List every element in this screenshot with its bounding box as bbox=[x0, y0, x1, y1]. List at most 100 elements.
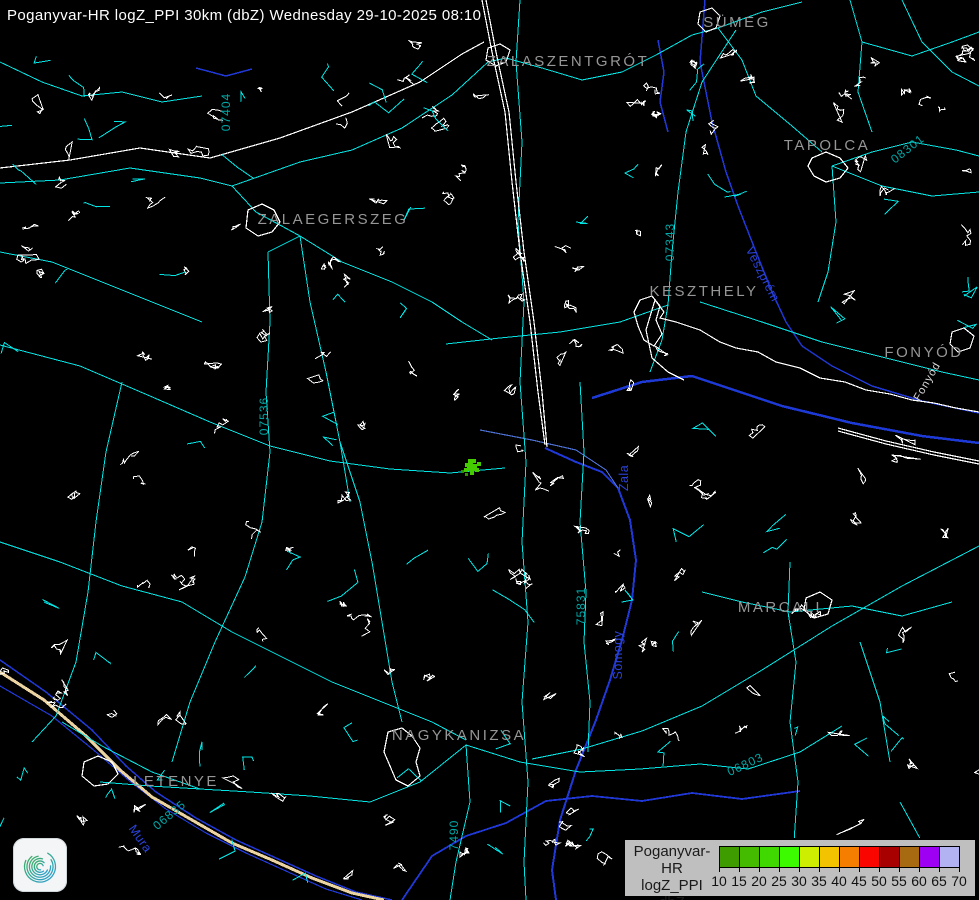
map-line bbox=[480, 430, 618, 488]
legend-tick-mark bbox=[819, 868, 820, 872]
map-line bbox=[938, 107, 945, 112]
radar-echo-cell bbox=[475, 468, 479, 472]
map-line bbox=[443, 192, 454, 205]
map-line bbox=[655, 165, 661, 176]
map-line bbox=[134, 804, 146, 812]
map-line bbox=[51, 640, 67, 654]
map-line bbox=[210, 803, 225, 812]
map-line bbox=[53, 691, 61, 700]
legend-color-cell bbox=[799, 846, 820, 868]
map-line bbox=[767, 514, 786, 531]
map-line bbox=[257, 329, 270, 342]
map-line bbox=[616, 584, 625, 593]
map-line bbox=[160, 272, 186, 276]
map-line bbox=[808, 152, 848, 182]
map-line bbox=[17, 768, 28, 780]
map-line bbox=[763, 539, 787, 552]
map-line bbox=[533, 472, 549, 491]
legend-color-cell bbox=[879, 846, 900, 868]
legend-product-name: Poganyvar-HR bbox=[625, 843, 719, 877]
map-line bbox=[0, 42, 484, 168]
map-line bbox=[324, 437, 337, 446]
legend-color-cell bbox=[739, 846, 760, 868]
map-line bbox=[949, 672, 958, 681]
map-line bbox=[257, 627, 267, 641]
map-line bbox=[32, 382, 122, 742]
map-line bbox=[975, 769, 979, 780]
map-line bbox=[651, 641, 656, 646]
map-line bbox=[473, 94, 489, 99]
map-line bbox=[749, 425, 765, 438]
map-line bbox=[957, 320, 976, 328]
road-number-label: 06803 bbox=[725, 750, 766, 779]
map-line bbox=[658, 741, 671, 766]
map-line bbox=[735, 726, 747, 733]
map-line bbox=[831, 307, 845, 323]
map-line bbox=[484, 508, 505, 519]
map-line bbox=[454, 389, 460, 400]
radar-echo-cell bbox=[469, 463, 473, 467]
map-line bbox=[318, 704, 328, 715]
map-line bbox=[740, 75, 754, 84]
map-line bbox=[456, 165, 466, 181]
map-line bbox=[241, 92, 245, 102]
road-number-label: 07404 bbox=[219, 93, 233, 131]
map-line bbox=[369, 199, 387, 204]
map-line bbox=[663, 729, 680, 741]
legend-tick-mark bbox=[859, 868, 860, 872]
map-line bbox=[300, 236, 492, 340]
legend-tick-mark bbox=[739, 868, 740, 872]
map-line bbox=[884, 199, 898, 214]
radar-echo-cell bbox=[472, 459, 476, 463]
city-label: LETENYE bbox=[133, 773, 219, 790]
legend-tick-mark bbox=[799, 868, 800, 872]
legend-tick-mark bbox=[719, 868, 720, 872]
map-line bbox=[548, 778, 559, 787]
map-line bbox=[223, 776, 242, 789]
radar-echo-cell bbox=[477, 462, 481, 466]
map-line bbox=[83, 203, 109, 207]
map-line bbox=[891, 738, 904, 752]
map-line bbox=[652, 111, 661, 117]
map-line bbox=[833, 102, 843, 122]
map-line bbox=[244, 666, 255, 678]
map-line bbox=[516, 445, 523, 452]
map-line bbox=[407, 550, 428, 564]
legend-tick-mark bbox=[879, 868, 880, 872]
map-line bbox=[187, 441, 205, 448]
map-line bbox=[394, 863, 406, 871]
spiral-arc bbox=[27, 856, 53, 879]
map-line bbox=[337, 93, 349, 106]
legend-color-cell bbox=[859, 846, 880, 868]
map-line bbox=[855, 738, 869, 756]
city-label: TAPOLCA bbox=[784, 137, 870, 154]
map-line bbox=[674, 568, 684, 580]
map-line bbox=[500, 801, 510, 813]
map-line bbox=[340, 601, 347, 606]
map-line bbox=[570, 842, 581, 848]
spiral-arc bbox=[29, 856, 50, 877]
map-line bbox=[137, 580, 150, 588]
map-line bbox=[204, 362, 221, 369]
map-line bbox=[513, 249, 524, 262]
map-line bbox=[219, 839, 235, 859]
legend-color-cell bbox=[719, 846, 740, 868]
map-line bbox=[322, 64, 334, 91]
map-line bbox=[504, 385, 515, 395]
map-line bbox=[544, 693, 556, 700]
road-number-label: 07343 bbox=[663, 223, 677, 261]
map-line bbox=[22, 245, 33, 251]
legend-color-cell bbox=[839, 846, 860, 868]
map-line bbox=[460, 848, 469, 857]
radar-echo-cell bbox=[465, 463, 469, 467]
spiral-arc bbox=[37, 863, 43, 870]
map-line bbox=[300, 236, 350, 502]
map-line bbox=[62, 680, 69, 696]
map-line bbox=[886, 648, 901, 653]
map-line bbox=[862, 32, 979, 56]
map-line bbox=[487, 844, 502, 854]
map-line bbox=[858, 468, 866, 483]
map-line bbox=[37, 269, 44, 277]
map-line bbox=[860, 642, 890, 762]
map-line bbox=[32, 95, 43, 114]
